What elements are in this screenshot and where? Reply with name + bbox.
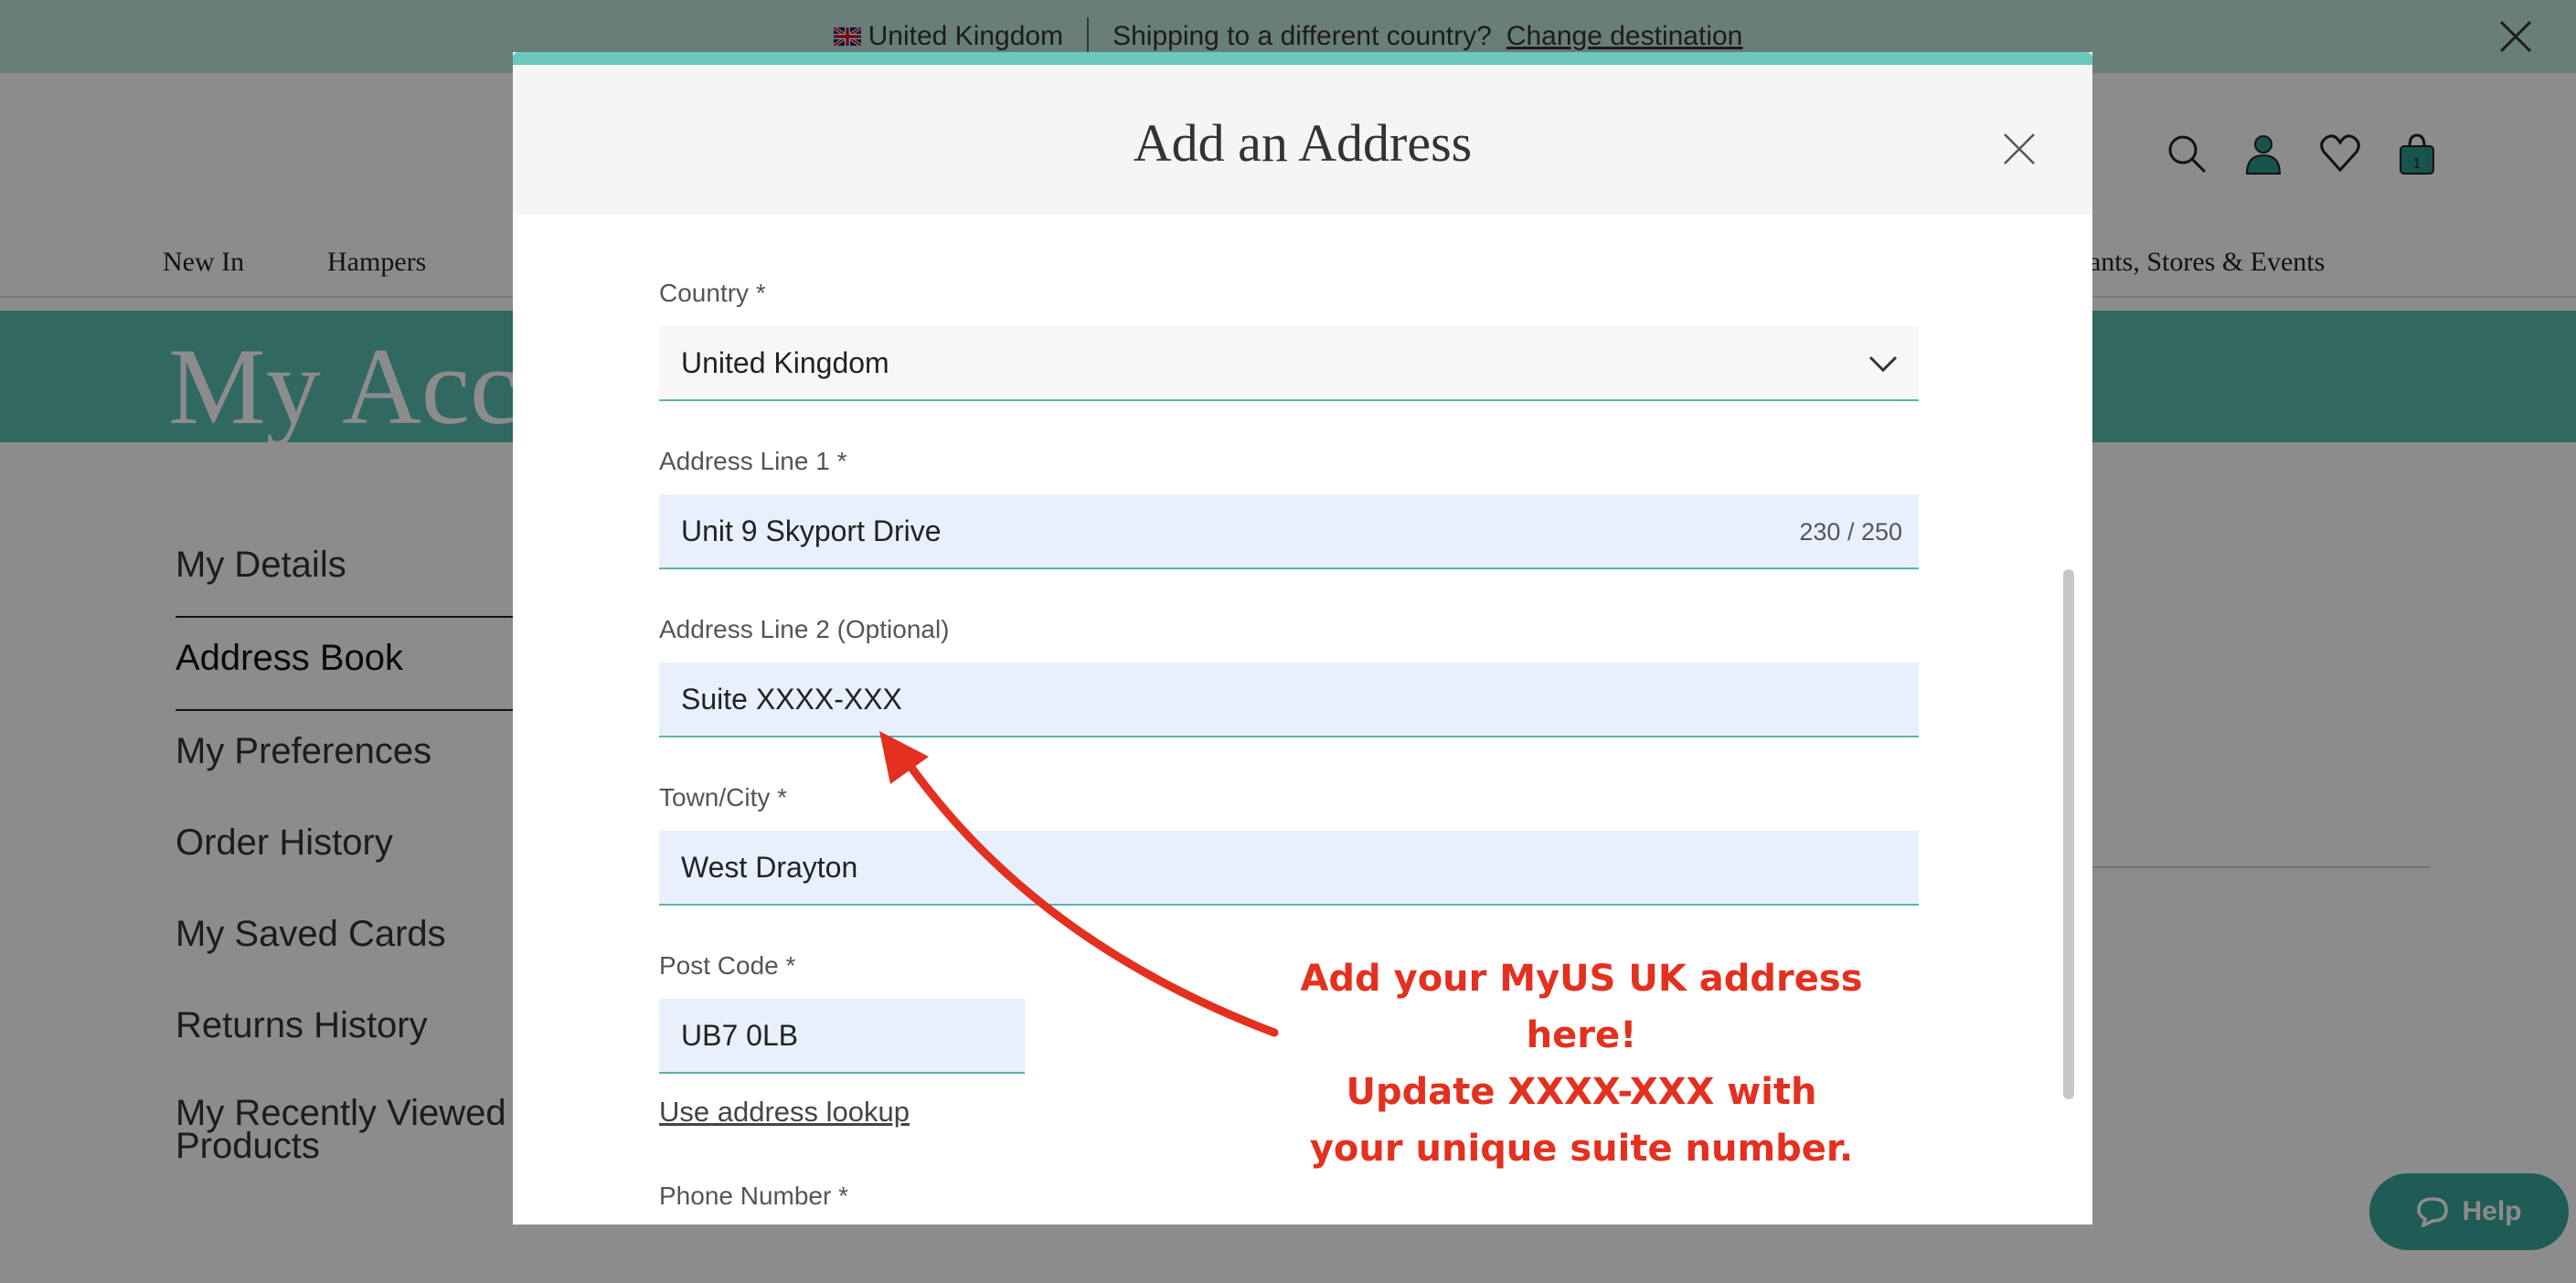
- annotation-line: Update XXXX-XXX with: [1346, 1071, 1817, 1113]
- annotation-line: Add your MyUS UK address here!: [1300, 958, 1863, 1056]
- annotation-line: your unique suite number.: [1309, 1128, 1854, 1170]
- annotation-text: Add your MyUS UK address here! Update XX…: [1243, 950, 1920, 1177]
